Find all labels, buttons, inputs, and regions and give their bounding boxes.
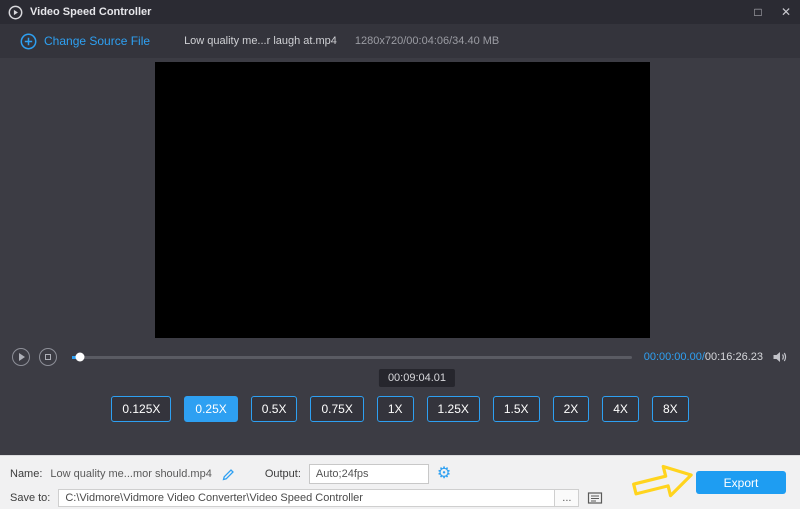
progress-slider[interactable] bbox=[72, 352, 632, 362]
speaker-icon bbox=[773, 352, 787, 362]
output-settings-gear-icon[interactable]: ⚙ bbox=[437, 466, 451, 482]
change-source-file-label: Change Source File bbox=[44, 34, 151, 48]
progress-slider-thumb[interactable] bbox=[75, 352, 85, 362]
time-display: 00:00:00.00/00:16:26.23 bbox=[644, 351, 763, 363]
change-source-file-button[interactable]: Change Source File bbox=[20, 33, 150, 50]
save-path-group: ... bbox=[58, 489, 580, 507]
app-logo-icon bbox=[8, 5, 23, 19]
open-folder-button[interactable] bbox=[587, 491, 603, 505]
preview-area: 00:00:00.00/00:16:26.23 00:09:04.01 0.12… bbox=[0, 58, 800, 455]
video-frame bbox=[360, 114, 446, 280]
speed-button-8x[interactable]: 8X bbox=[651, 396, 689, 422]
output-label: Output: bbox=[264, 468, 301, 480]
footer-row-name-output: Name: Low quality me...mor should.mp4 Ou… bbox=[10, 463, 451, 485]
stop-icon bbox=[45, 354, 51, 360]
video-speed-controller-window: Video Speed Controller □ ✕ Change Source… bbox=[0, 0, 800, 509]
name-label: Name: bbox=[10, 468, 43, 480]
player-controls: 00:00:00.00/00:16:26.23 bbox=[0, 344, 800, 370]
play-button[interactable] bbox=[12, 348, 30, 366]
maximize-button[interactable]: □ bbox=[744, 0, 772, 24]
footer-row-save-to: Save to: ... bbox=[10, 489, 603, 507]
window-title: Video Speed Controller bbox=[30, 6, 152, 18]
source-file-info: 1280x720/00:04:06/34.40 MB bbox=[354, 35, 500, 47]
current-time: 00:00:00.00/ bbox=[643, 351, 705, 363]
toolbar: Change Source File Low quality me...r la… bbox=[0, 24, 800, 58]
output-format-input[interactable] bbox=[308, 464, 429, 484]
speed-button-4x[interactable]: 4X bbox=[602, 396, 639, 422]
edit-pencil-icon bbox=[222, 468, 234, 480]
play-icon bbox=[19, 353, 25, 361]
speed-options-row: 0.125X 0.25X 0.5X 0.75X 1X 1.25X 1.5X 2X… bbox=[0, 396, 800, 422]
add-circle-icon bbox=[20, 33, 37, 49]
total-time: 00:16:26.23 bbox=[704, 351, 763, 363]
volume-button[interactable] bbox=[772, 350, 788, 364]
speed-button-025x[interactable]: 0.25X bbox=[184, 396, 238, 422]
seek-time-tooltip: 00:09:04.01 bbox=[378, 369, 456, 387]
open-folder-icon bbox=[588, 492, 603, 504]
footer-bar: Name: Low quality me...mor should.mp4 Ou… bbox=[0, 455, 800, 509]
export-annotation-arrow-icon bbox=[632, 464, 693, 498]
speed-button-075x[interactable]: 0.75X bbox=[310, 396, 364, 422]
browse-folder-button[interactable]: ... bbox=[555, 489, 580, 507]
speed-button-125x[interactable]: 1.25X bbox=[426, 396, 480, 422]
speed-button-15x[interactable]: 1.5X bbox=[492, 396, 540, 422]
titlebar: Video Speed Controller □ ✕ bbox=[0, 0, 800, 24]
speed-button-1x[interactable]: 1X bbox=[376, 396, 414, 422]
save-to-label: Save to: bbox=[10, 492, 51, 504]
speed-button-05x[interactable]: 0.5X bbox=[250, 396, 298, 422]
stop-button[interactable] bbox=[39, 348, 57, 366]
rename-button[interactable] bbox=[222, 468, 235, 481]
speed-button-2x[interactable]: 2X bbox=[552, 396, 590, 422]
video-preview bbox=[155, 62, 650, 338]
export-button[interactable]: Export bbox=[696, 471, 786, 494]
speed-button-0125x[interactable]: 0.125X bbox=[111, 396, 172, 422]
output-file-name: Low quality me...mor should.mp4 bbox=[50, 468, 212, 480]
source-file-name: Low quality me...r laugh at.mp4 bbox=[184, 35, 337, 47]
window-controls: □ ✕ bbox=[744, 0, 800, 24]
save-path-input[interactable] bbox=[58, 489, 556, 507]
close-button[interactable]: ✕ bbox=[772, 0, 800, 24]
